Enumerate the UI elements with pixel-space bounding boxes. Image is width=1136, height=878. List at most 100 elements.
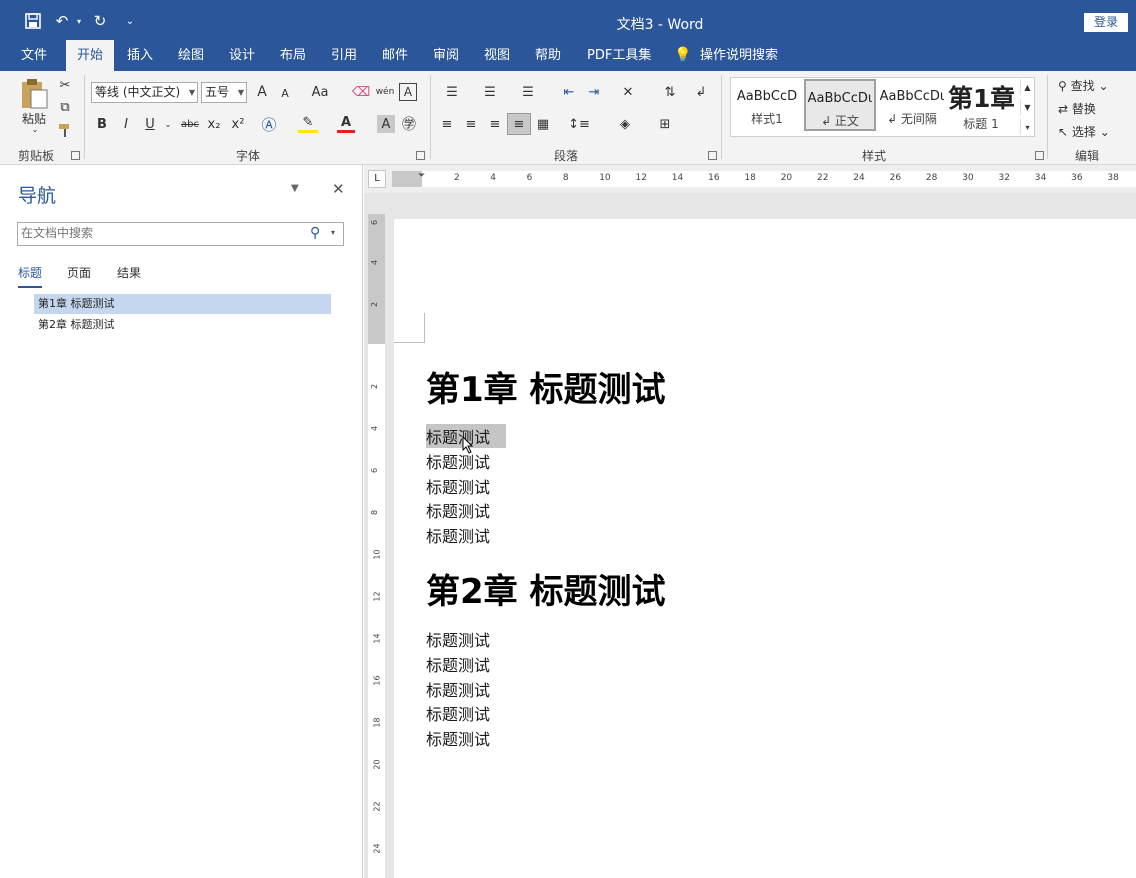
multilevel-list-icon[interactable]: ☰	[514, 83, 542, 101]
horizontal-ruler[interactable]: ⏷ 2 4 6 8 10 12 14 16 18 20 22 24 26 28 30 32 34 36 38	[392, 171, 1136, 187]
close-icon[interactable]: ✕	[332, 180, 345, 198]
shading-icon[interactable]: ◈	[609, 115, 641, 133]
subscript-button[interactable]: x₂	[205, 115, 223, 133]
body-line[interactable]: 标题测试	[426, 498, 490, 522]
indent-marker-icon[interactable]: ⏷	[418, 171, 425, 181]
tab-selector[interactable]: L	[368, 170, 386, 188]
align-right-icon[interactable]: ≡	[485, 115, 505, 133]
redo-icon[interactable]: ↻	[90, 10, 110, 32]
style-item[interactable]: AaBbCcD 样式1	[731, 79, 803, 131]
character-shading-icon[interactable]: A	[377, 115, 395, 133]
nav-heading-item[interactable]: 第2章 标题测试	[34, 315, 331, 335]
search-icon[interactable]: ⚲	[310, 225, 320, 241]
customize-qat-icon[interactable]: ⌄	[122, 10, 138, 32]
chinese-layout-icon[interactable]: ✕	[614, 83, 642, 101]
text-effects-icon[interactable]: Ⓐ	[259, 115, 279, 134]
body-line[interactable]: 标题测试	[426, 652, 490, 676]
nav-tab-pages[interactable]: 页面	[67, 264, 91, 281]
body-line[interactable]: 标题测试	[426, 474, 490, 498]
chapter-heading[interactable]: 第2章 标题测试	[426, 564, 666, 613]
styles-down-icon[interactable]: ▼	[1020, 99, 1034, 115]
document-page[interactable]	[394, 219, 1136, 878]
align-center-icon[interactable]: ≡	[461, 115, 481, 133]
body-line[interactable]: 标题测试	[426, 701, 490, 725]
show-marks-icon[interactable]: ↲	[692, 83, 710, 101]
nav-search-input[interactable]	[21, 226, 301, 240]
select-button[interactable]: ↖ 选择 ⌄	[1058, 123, 1110, 140]
undo-dropdown-icon[interactable]: ▾	[74, 10, 84, 32]
body-line[interactable]: 标题测试	[426, 726, 490, 750]
lightbulb-icon[interactable]: 💡	[674, 40, 691, 71]
italic-button[interactable]: I	[118, 115, 134, 133]
tab-help[interactable]: 帮助	[535, 40, 561, 71]
search-dropdown-icon[interactable]: ▾	[331, 228, 335, 237]
underline-dropdown-icon[interactable]: ⌄	[164, 117, 172, 131]
superscript-button[interactable]: x²	[229, 115, 247, 133]
undo-icon[interactable]: ↶	[52, 10, 72, 32]
character-border-icon[interactable]: A	[399, 83, 417, 101]
style-item-selected[interactable]: AaBbCcDι ↲ 正文	[804, 79, 876, 131]
distributed-icon[interactable]: ▦	[533, 115, 553, 133]
styles-launcher-icon[interactable]	[1035, 151, 1044, 160]
highlight-color-icon[interactable]: ✎	[298, 115, 318, 133]
change-case-icon[interactable]: Aa	[306, 83, 334, 101]
copy-icon[interactable]: ⧉	[56, 98, 74, 116]
paste-icon[interactable]	[18, 77, 50, 111]
login-button[interactable]: 登录	[1084, 13, 1128, 32]
strikethrough-button[interactable]: abc	[179, 115, 201, 133]
nav-tab-results[interactable]: 结果	[117, 264, 141, 281]
bold-button[interactable]: B	[94, 115, 110, 133]
body-line[interactable]: 标题测试	[426, 523, 490, 547]
tab-insert[interactable]: 插入	[127, 40, 153, 71]
tab-file[interactable]: 文件	[21, 40, 47, 71]
tab-layout[interactable]: 布局	[280, 40, 306, 71]
tab-review[interactable]: 审阅	[433, 40, 459, 71]
font-name-select[interactable]: 等线 (中文正文) ▼	[91, 82, 198, 103]
line-spacing-icon[interactable]: ↕≡	[564, 115, 594, 133]
font-color-icon[interactable]: A	[337, 115, 355, 133]
grow-font-icon[interactable]: A	[254, 83, 270, 101]
tab-mailings[interactable]: 邮件	[382, 40, 408, 71]
tell-me-search[interactable]: 操作说明搜索	[700, 40, 778, 71]
tab-home[interactable]: 开始	[66, 40, 115, 71]
tab-pdf-tools[interactable]: PDF工具集	[587, 40, 651, 71]
paste-dropdown-icon[interactable]: ⌄	[30, 125, 40, 134]
replace-button[interactable]: ⇄ 替换	[1058, 100, 1096, 117]
styles-up-icon[interactable]: ▲	[1020, 79, 1034, 95]
borders-icon[interactable]: ⊞	[649, 115, 681, 133]
shrink-font-icon[interactable]: A	[278, 85, 292, 101]
clear-formatting-icon[interactable]: ⌫	[352, 83, 370, 101]
font-size-select[interactable]: 五号 ▼	[201, 82, 247, 103]
styles-more-icon[interactable]: ▾	[1020, 119, 1034, 135]
nav-options-icon[interactable]: ▼	[291, 183, 299, 194]
clipboard-launcher-icon[interactable]	[71, 151, 80, 160]
paragraph-launcher-icon[interactable]	[708, 151, 717, 160]
underline-button[interactable]: U	[142, 115, 158, 133]
align-left-icon[interactable]: ≡	[437, 115, 457, 133]
nav-tab-headings[interactable]: 标题	[18, 264, 43, 288]
find-button[interactable]: ⚲ 查找 ⌄	[1058, 77, 1109, 94]
paste-button[interactable]: 粘贴	[18, 111, 50, 126]
decrease-indent-icon[interactable]: ⇤	[559, 83, 579, 101]
numbering-icon[interactable]: ☰	[476, 83, 504, 101]
format-painter-icon[interactable]	[56, 121, 74, 139]
tab-references[interactable]: 引用	[331, 40, 357, 71]
body-line[interactable]: 标题测试	[426, 449, 490, 473]
tab-draw[interactable]: 绘图	[178, 40, 204, 71]
tab-view[interactable]: 视图	[484, 40, 510, 71]
style-item[interactable]: 第1章 标题 1	[948, 79, 1014, 131]
tab-design[interactable]: 设计	[229, 40, 255, 71]
cut-icon[interactable]: ✂	[56, 76, 74, 94]
body-line[interactable]: 标题测试	[426, 627, 490, 651]
enclose-characters-icon[interactable]: ㊫	[399, 115, 419, 133]
increase-indent-icon[interactable]: ⇥	[584, 83, 604, 101]
save-icon[interactable]	[22, 10, 44, 32]
bullets-icon[interactable]: ☰	[438, 83, 466, 101]
font-launcher-icon[interactable]	[416, 151, 425, 160]
style-item[interactable]: AaBbCcDι ↲ 无间隔	[876, 79, 948, 131]
sort-icon[interactable]: ⇅	[660, 83, 680, 101]
body-line[interactable]: 标题测试	[426, 677, 490, 701]
chapter-heading[interactable]: 第1章 标题测试	[426, 362, 666, 411]
vertical-ruler[interactable]: 6 4 2 2 4 6 8 10 12 14 16 18 20 22 24	[368, 214, 385, 878]
nav-heading-item[interactable]: 第1章 标题测试	[34, 294, 331, 314]
